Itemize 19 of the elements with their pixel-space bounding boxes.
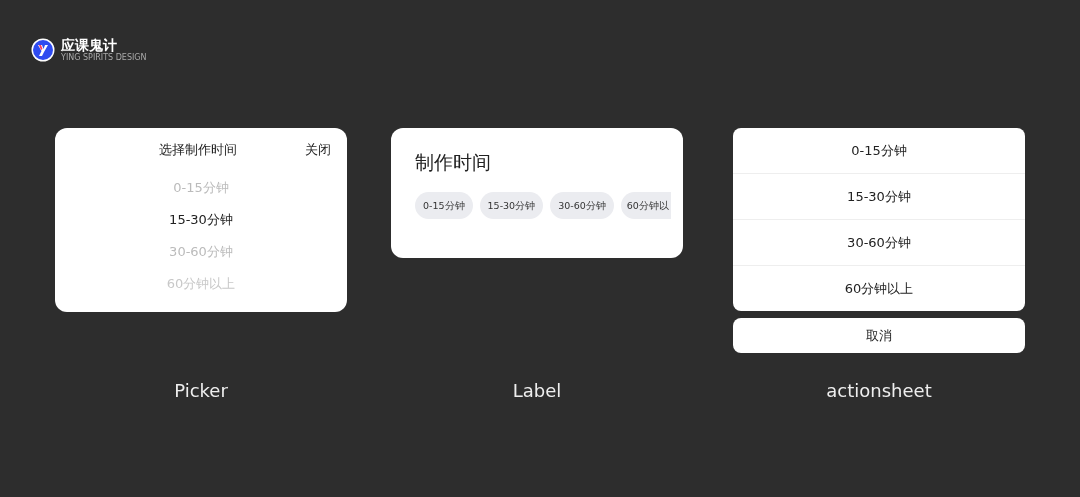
caption: Label — [511, 380, 563, 401]
sheet-option[interactable]: 30-60分钟 — [733, 219, 1025, 265]
time-chip[interactable]: 15-30分钟 — [479, 192, 544, 219]
cancel-button[interactable]: 取消 — [733, 318, 1025, 353]
sheet-option[interactable]: 15-30分钟 — [733, 173, 1025, 219]
close-button[interactable]: 关闭 — [305, 141, 331, 159]
caption: actionsheet — [825, 380, 933, 401]
picker-option[interactable]: 15-30分钟 — [169, 204, 233, 236]
picker-title: 选择制作时间 — [159, 141, 237, 159]
time-chip[interactable]: 30-60分钟 — [550, 192, 614, 219]
logo-tagline: YING SPIRITS DESIGN — [61, 53, 147, 63]
label-title: 制作时间 — [415, 150, 491, 175]
sheet-option[interactable]: 60分钟以上 — [733, 265, 1025, 311]
time-chip[interactable]: 60分钟以 — [620, 192, 671, 219]
logo-name: 应课鬼计 — [61, 37, 118, 53]
logo-icon — [31, 38, 55, 62]
time-chip[interactable]: 0-15分钟 — [415, 192, 473, 219]
caption: Picker — [173, 380, 229, 401]
sheet-option[interactable]: 0-15分钟 — [733, 128, 1025, 173]
